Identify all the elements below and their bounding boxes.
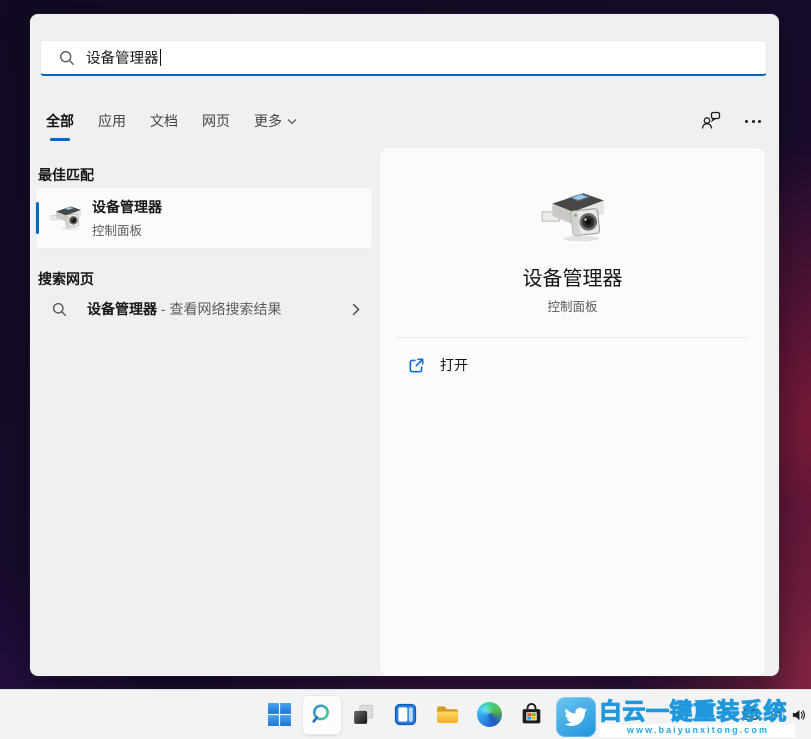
text-caret xyxy=(160,49,162,66)
system-tray xyxy=(721,690,808,739)
chevron-right-icon xyxy=(352,303,360,316)
best-match-title: 设备管理器 xyxy=(92,197,162,217)
open-label: 打开 xyxy=(440,355,468,375)
web-search-header: 搜索网页 xyxy=(38,269,94,289)
preview-title: 设备管理器 xyxy=(380,262,765,291)
taskbar: 白云一键重装系统 www.baiyunxitong.com xyxy=(0,689,811,739)
store-button[interactable] xyxy=(512,695,552,735)
divider xyxy=(396,337,749,338)
more-options-icon[interactable] xyxy=(745,120,761,123)
widgets-icon xyxy=(393,702,418,727)
account-feedback-icon[interactable] xyxy=(701,111,721,131)
task-view-button[interactable] xyxy=(344,695,384,735)
store-icon xyxy=(519,702,544,727)
file-explorer-icon xyxy=(435,702,460,727)
best-match-header: 最佳匹配 xyxy=(38,165,94,185)
network-icon[interactable] xyxy=(767,708,782,721)
hidden-icons-chevron-icon[interactable] xyxy=(721,708,734,721)
edge-button[interactable] xyxy=(470,695,510,735)
device-manager-icon-large xyxy=(540,184,606,255)
search-icon xyxy=(52,302,67,317)
preview-subtitle: 控制面板 xyxy=(380,296,765,315)
best-match-item[interactable]: 设备管理器 控制面板 xyxy=(36,188,372,248)
open-action[interactable]: 打开 xyxy=(390,348,755,382)
task-view-icon xyxy=(351,702,376,727)
tab-web[interactable]: 网页 xyxy=(202,111,230,131)
web-search-item[interactable]: 设备管理器 - 查看网络搜索结果 xyxy=(36,290,372,328)
windows-logo-icon xyxy=(267,702,292,727)
search-header-actions xyxy=(701,111,761,131)
result-preview-panel: 设备管理器 控制面板 打开 xyxy=(380,148,765,676)
filter-tabs: 全部 应用 文档 网页 更多 xyxy=(46,111,297,131)
edge-icon xyxy=(477,702,502,727)
tab-documents[interactable]: 文档 xyxy=(150,111,178,131)
tab-more-label: 更多 xyxy=(254,111,282,131)
volume-icon[interactable] xyxy=(791,708,806,722)
search-icon xyxy=(309,702,334,727)
tab-apps[interactable]: 应用 xyxy=(98,111,126,131)
windows-search-screen: { "search_box": { "value": "设备管理器" }, "t… xyxy=(0,0,811,739)
search-query-text: 设备管理器 xyxy=(86,47,159,68)
web-search-query: 设备管理器 xyxy=(87,301,157,317)
watermark-bird-icon xyxy=(556,697,596,737)
widgets-button[interactable] xyxy=(386,695,426,735)
best-match-subtitle: 控制面板 xyxy=(92,220,162,239)
open-external-icon xyxy=(408,357,425,374)
taskbar-center-icons xyxy=(260,690,552,739)
search-input[interactable]: 设备管理器 xyxy=(40,40,767,76)
search-taskbar-button[interactable] xyxy=(302,695,342,735)
device-manager-icon xyxy=(50,202,82,234)
start-button[interactable] xyxy=(260,695,300,735)
tab-all[interactable]: 全部 xyxy=(46,111,74,131)
web-search-suffix: - 查看网络搜索结果 xyxy=(157,301,281,317)
file-explorer-button[interactable] xyxy=(428,695,468,735)
search-flyout-panel: 设备管理器 全部 应用 文档 网页 更多 最佳 xyxy=(30,14,779,676)
search-icon xyxy=(59,50,75,66)
ime-icon[interactable] xyxy=(743,708,758,721)
search-filter-bar: 全部 应用 文档 网页 更多 xyxy=(46,104,761,138)
tab-more[interactable]: 更多 xyxy=(254,111,297,131)
chevron-down-icon xyxy=(287,118,297,125)
